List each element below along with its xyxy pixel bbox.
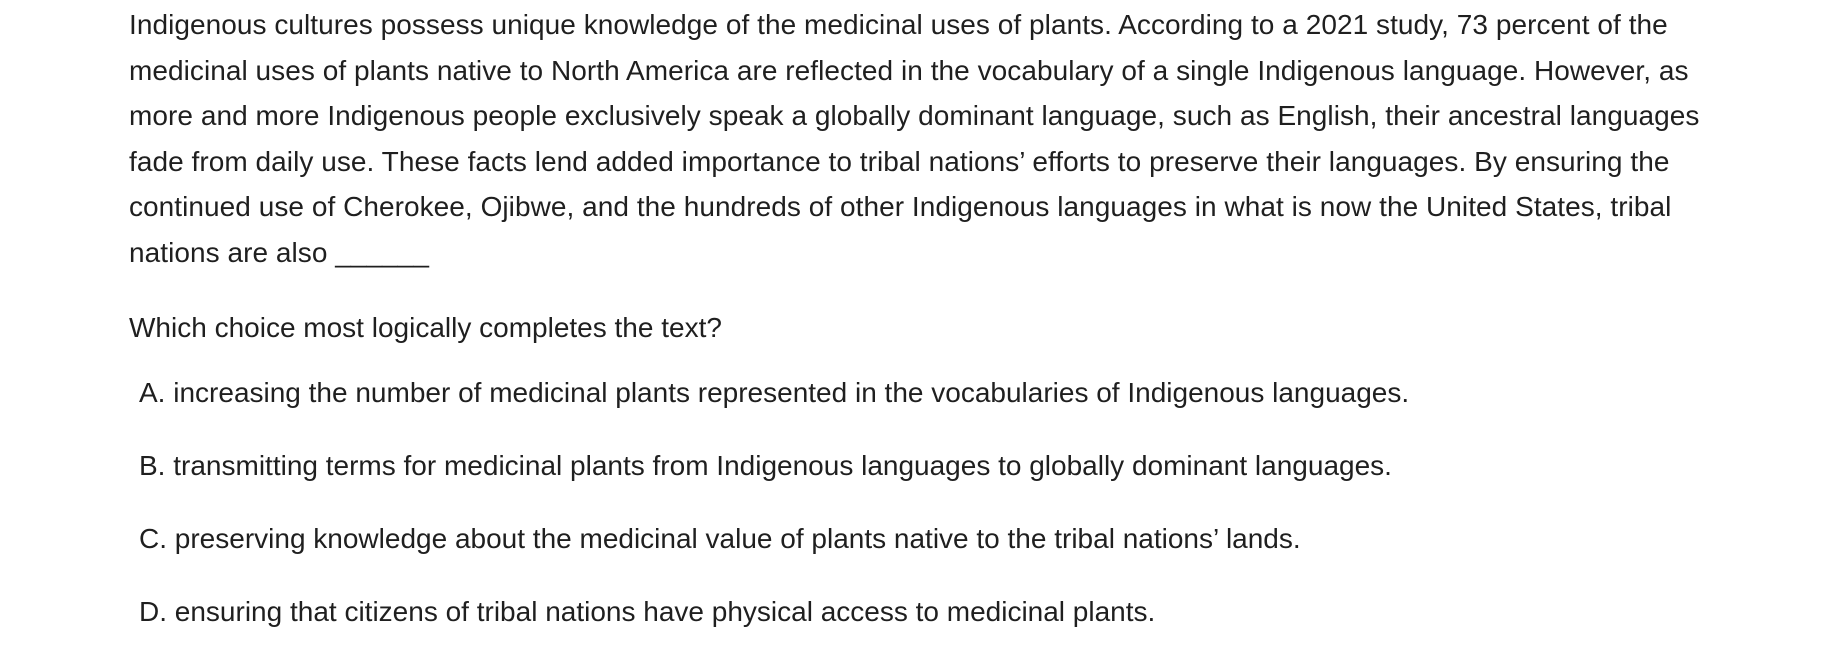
choice-letter: B. bbox=[139, 450, 166, 481]
choice-d[interactable]: D. ensuring that citizens of tribal nati… bbox=[139, 589, 1409, 662]
answer-choices: A. increasing the number of medicinal pl… bbox=[139, 370, 1409, 662]
choice-letter: A. bbox=[139, 377, 166, 408]
choice-a[interactable]: A. increasing the number of medicinal pl… bbox=[139, 370, 1409, 443]
question-container: Indigenous cultures possess unique knowl… bbox=[129, 0, 1729, 627]
choice-c[interactable]: C. preserving knowledge about the medici… bbox=[139, 516, 1409, 589]
choice-text: preserving knowledge about the medicinal… bbox=[174, 523, 1301, 554]
choice-text: increasing the number of medicinal plant… bbox=[173, 377, 1410, 408]
choice-b[interactable]: B. transmitting terms for medicinal plan… bbox=[139, 443, 1409, 516]
question-prompt: Which choice most logically completes th… bbox=[129, 312, 722, 343]
choice-text: transmitting terms for medicinal plants … bbox=[173, 450, 1392, 481]
choice-letter: C. bbox=[139, 523, 167, 554]
choice-letter: D. bbox=[139, 596, 167, 627]
choice-text: ensuring that citizens of tribal nations… bbox=[174, 596, 1156, 627]
passage-text: Indigenous cultures possess unique knowl… bbox=[129, 9, 1700, 268]
